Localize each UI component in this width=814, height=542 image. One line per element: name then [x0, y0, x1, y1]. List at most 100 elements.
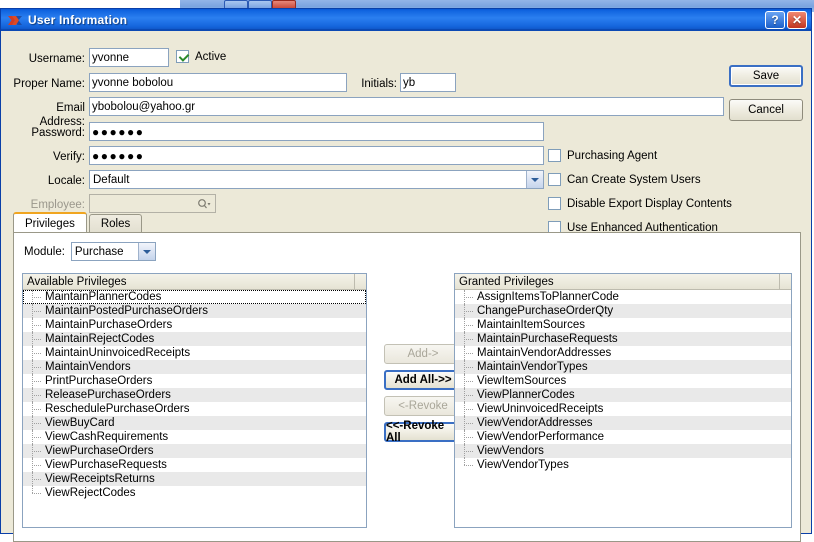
disable-export-display-contents-label: Disable Export Display Contents [567, 198, 732, 210]
verify-input[interactable] [89, 146, 544, 165]
save-button[interactable]: Save [729, 65, 803, 87]
module-value: Purchase [72, 246, 138, 258]
list-item-label: MaintainItemSources [477, 318, 585, 332]
list-item[interactable]: MaintainPlannerCodes [23, 290, 366, 304]
list-item[interactable]: MaintainPurchaseRequests [455, 332, 791, 346]
list-item-label: ViewRejectCodes [45, 486, 136, 500]
module-label: Module: [24, 246, 65, 258]
list-item[interactable]: ReschedulePurchaseOrders [23, 402, 366, 416]
username-label: Username: [9, 52, 85, 66]
list-item-label: ReschedulePurchaseOrders [45, 402, 189, 416]
password-input[interactable] [89, 122, 544, 141]
list-item-label: MaintainVendorTypes [477, 360, 588, 374]
initials-input[interactable] [400, 73, 456, 92]
proper-name-input[interactable] [89, 73, 347, 92]
list-item-label: AssignItemsToPlannerCode [477, 290, 619, 304]
granted-privileges-panel[interactable]: Granted Privileges AssignItemsToPlannerC… [454, 273, 792, 528]
list-item-label: MaintainUninvoicedReceipts [45, 346, 190, 360]
list-item-label: ViewVendors [477, 444, 544, 458]
list-item[interactable]: AssignItemsToPlannerCode [455, 290, 791, 304]
add-all-button[interactable]: Add All->> [384, 370, 462, 390]
chevron-down-icon[interactable] [526, 171, 543, 188]
list-item[interactable]: MaintainPostedPurchaseOrders [23, 304, 366, 318]
privileges-tab-panel: Module: Purchase Available Privileges Ma… [13, 232, 801, 542]
list-item[interactable]: ViewReceiptsReturns [23, 472, 366, 486]
username-input[interactable] [89, 48, 169, 67]
help-button[interactable]: ? [765, 11, 785, 29]
revoke-all-button[interactable]: <<-Revoke All [384, 422, 462, 442]
list-item-label: ViewBuyCard [45, 416, 114, 430]
list-item-label: ViewCashRequirements [45, 430, 168, 444]
password-label: Password: [9, 126, 85, 140]
list-item[interactable]: MaintainUninvoicedReceipts [23, 346, 366, 360]
active-checkbox-row[interactable]: Active [176, 50, 226, 63]
list-item-label: MaintainPurchaseRequests [477, 332, 618, 346]
revoke-button[interactable]: <-Revoke [384, 396, 462, 416]
can-create-system-users-label: Can Create System Users [567, 174, 701, 186]
magnifier-lookup-icon[interactable] [195, 197, 213, 211]
available-privileges-panel[interactable]: Available Privileges MaintainPlannerCode… [22, 273, 367, 528]
employee-input[interactable] [89, 194, 216, 213]
module-row: Module: Purchase [24, 242, 156, 261]
list-item-label: ViewVendorAddresses [477, 416, 593, 430]
list-item[interactable]: ViewUninvoicedReceipts [455, 402, 791, 416]
close-button[interactable]: ✕ [787, 11, 807, 29]
purchasing-agent-label: Purchasing Agent [567, 150, 657, 162]
list-item[interactable]: ViewRejectCodes [23, 486, 366, 500]
option-disable-export-display-contents[interactable]: Disable Export Display Contents [548, 197, 732, 210]
list-item-label: ViewVendorTypes [477, 458, 569, 472]
disable-export-display-contents-checkbox[interactable] [548, 197, 561, 210]
user-information-dialog: User Information ? ✕ Username: Active Pr… [0, 8, 812, 534]
list-item[interactable]: MaintainItemSources [455, 318, 791, 332]
email-input[interactable] [89, 97, 724, 116]
list-item[interactable]: MaintainVendors [23, 360, 366, 374]
list-item-label: MaintainPurchaseOrders [45, 318, 172, 332]
available-privileges-list[interactable]: MaintainPlannerCodes MaintainPostedPurcha… [23, 290, 366, 500]
list-item[interactable]: MaintainPurchaseOrders [23, 318, 366, 332]
list-item[interactable]: ViewVendors [455, 444, 791, 458]
can-create-system-users-checkbox[interactable] [548, 173, 561, 186]
list-item[interactable]: ViewVendorPerformance [455, 430, 791, 444]
list-item[interactable]: ViewBuyCard [23, 416, 366, 430]
tab-roles[interactable]: Roles [89, 214, 142, 232]
chevron-down-icon[interactable] [138, 243, 155, 260]
purchasing-agent-checkbox[interactable] [548, 149, 561, 162]
list-item-label: ViewPurchaseRequests [45, 458, 167, 472]
active-label: Active [195, 51, 226, 63]
list-item[interactable]: ViewPurchaseRequests [23, 458, 366, 472]
locale-combobox[interactable]: Default [89, 170, 544, 189]
module-combobox[interactable]: Purchase [71, 242, 156, 261]
initials-label: Initials: [353, 77, 397, 91]
list-item-label: MaintainVendors [45, 360, 131, 374]
user-form: Username: Active Proper Name: Initials: … [1, 31, 813, 213]
available-privileges-header: Available Privileges [23, 274, 366, 290]
list-item[interactable]: ReleasePurchaseOrders [23, 388, 366, 402]
list-item[interactable]: MaintainVendorTypes [455, 360, 791, 374]
list-item-label: PrintPurchaseOrders [45, 374, 152, 388]
list-item[interactable]: ViewPurchaseOrders [23, 444, 366, 458]
proper-name-label: Proper Name: [9, 77, 85, 91]
list-item-label: ViewItemSources [477, 374, 566, 388]
add-button[interactable]: Add-> [384, 344, 462, 364]
list-item[interactable]: ViewCashRequirements [23, 430, 366, 444]
list-item[interactable]: ViewVendorAddresses [455, 416, 791, 430]
list-item[interactable]: MaintainVendorAddresses [455, 346, 791, 360]
list-item[interactable]: PrintPurchaseOrders [23, 374, 366, 388]
list-item[interactable]: ChangePurchaseOrderQty [455, 304, 791, 318]
list-item-label: ViewPurchaseOrders [45, 444, 153, 458]
cancel-button[interactable]: Cancel [729, 99, 803, 121]
dialog-titlebar[interactable]: User Information ? ✕ [1, 9, 811, 31]
tab-privileges[interactable]: Privileges [13, 212, 87, 232]
granted-privileges-list[interactable]: AssignItemsToPlannerCode ChangePurchaseOr… [455, 290, 791, 472]
dialog-body: Username: Active Proper Name: Initials: … [1, 31, 811, 533]
active-checkbox[interactable] [176, 50, 189, 63]
list-item[interactable]: ViewItemSources [455, 374, 791, 388]
list-item[interactable]: ViewPlannerCodes [455, 388, 791, 402]
list-item-label: ViewPlannerCodes [477, 388, 575, 402]
list-item[interactable]: MaintainRejectCodes [23, 332, 366, 346]
locale-label: Locale: [9, 174, 85, 188]
option-purchasing-agent[interactable]: Purchasing Agent [548, 149, 657, 162]
option-can-create-system-users[interactable]: Can Create System Users [548, 173, 701, 186]
list-item-label: ViewVendorPerformance [477, 430, 604, 444]
list-item[interactable]: ViewVendorTypes [455, 458, 791, 472]
